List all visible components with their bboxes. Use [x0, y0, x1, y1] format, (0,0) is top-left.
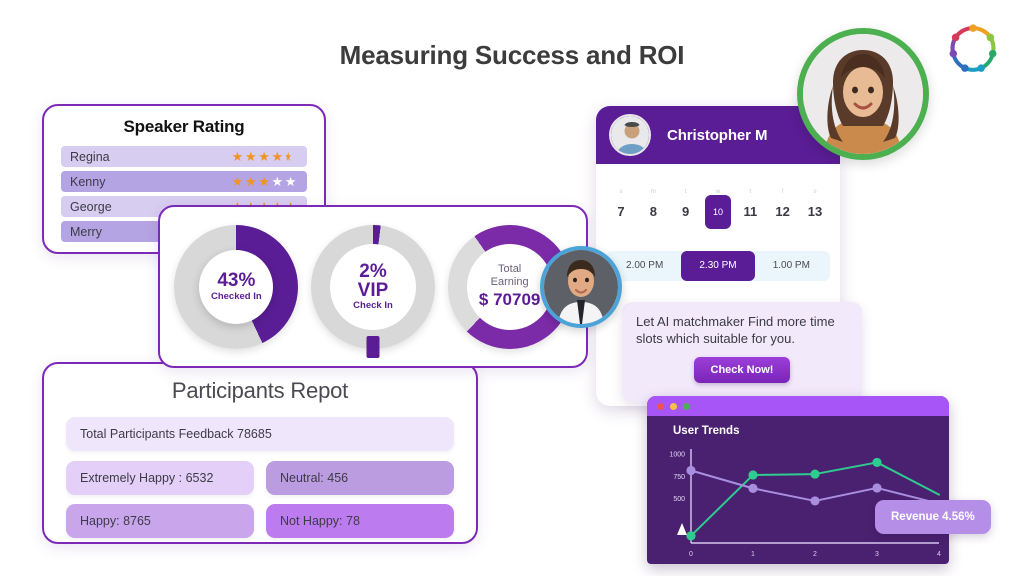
x-axis-tick-label: 4 [937, 551, 941, 558]
participants-report-card: Participants Repot Total Participants Fe… [42, 362, 478, 544]
speaker-name: Kenny [70, 174, 106, 189]
chart-point [748, 483, 758, 493]
speaker-name: Regina [70, 149, 110, 164]
calendar-day-9[interactable]: t9 [673, 188, 699, 229]
participants-breakdown-cell: Neutral: 456 [266, 461, 454, 495]
calendar-day-10[interactable]: w 10 [704, 188, 731, 229]
time-slot-option[interactable]: 1.00 PM [755, 251, 828, 281]
calendar-day-initial: s [619, 188, 623, 195]
donut-amount: $ 70709 [478, 289, 541, 309]
window-title-bar [647, 396, 949, 416]
x-axis-tick-label: 0 [689, 551, 693, 558]
chart-origin-marker-icon [677, 523, 687, 535]
y-axis-tick-label: 500 [673, 496, 685, 503]
calendar-day-initial: s [813, 188, 817, 195]
calendar-day-number: 12 [775, 204, 790, 219]
speaker-rating-row: Kenny ★★★★★ [61, 171, 307, 192]
calendar-day-12[interactable]: f 12 [770, 188, 796, 229]
y-axis-tick-label: 1000 [669, 451, 685, 458]
calendar-day-number: 9 [682, 204, 690, 219]
minimize-icon[interactable] [670, 402, 677, 410]
participants-breakdown-cell: Extremely Happy : 6532 [66, 461, 254, 495]
chart-point [872, 457, 882, 468]
calendar-day-number: 7 [617, 204, 625, 219]
speaker-rating-row: Regina ★★★★★ [61, 146, 307, 167]
calendar-day-initial: w [715, 188, 721, 195]
x-axis-tick-label: 1 [751, 551, 755, 558]
donut-sublabel: Check In [353, 300, 393, 312]
donut-center: 2% VIP Check In [329, 243, 416, 330]
star-rating-icon: ★★★★★ [231, 173, 298, 189]
booking-person-name: Christopher M [667, 126, 768, 144]
chart-point [872, 483, 882, 493]
avatar-man [540, 246, 622, 328]
calendar-day-11[interactable]: t 11 [737, 188, 763, 229]
slide-canvas: Measuring Success and ROI Speaker Rating… [0, 0, 1024, 576]
participants-report-title: Participants Repot [171, 378, 349, 403]
total-feedback-row: Total Participants Feedback 78685 [66, 417, 454, 451]
donut-value-2: VIP [357, 280, 389, 301]
calendar-day-initial: f [781, 188, 784, 195]
time-slot-option[interactable]: 2.30 PM [681, 251, 755, 281]
speaker-name: George [70, 199, 112, 214]
donut-vip-check-in: 2% VIP Check In [310, 224, 435, 358]
x-axis-tick-label: 2 [813, 551, 817, 558]
calendar-day-number: 10 [704, 195, 731, 229]
avatar-woman [797, 28, 929, 160]
time-slot-strip: 2.00 PM 2.30 PM 1.00 PM [606, 251, 830, 281]
chart-point [686, 531, 696, 541]
calendar-day-strip: s 7 m 8 t 9 w 10 t 11 f 12 s 13 [596, 164, 840, 229]
user-trends-window: User Trends 500 750 1000 0 1 2 3 4 [647, 396, 949, 564]
speaker-rating-title: Speaker Rating [123, 117, 245, 136]
participants-breakdown-cell: Not Happy: 78 [266, 504, 454, 538]
person-avatar-icon [609, 114, 651, 156]
calendar-day-7[interactable]: s7 [608, 188, 634, 229]
calendar-day-number: 8 [649, 204, 657, 219]
donut-label-line2: Earning [490, 275, 529, 288]
donut-tail [366, 335, 380, 358]
donut-value: 43% [217, 270, 256, 292]
speaker-name: Merry [70, 224, 102, 239]
revenue-badge: Revenue 4.56% [875, 500, 991, 534]
close-icon[interactable] [657, 402, 664, 410]
people-circle-logo-icon [944, 20, 1002, 78]
chart-title: User Trends [673, 425, 740, 437]
donut-label-line1: Total [498, 263, 522, 276]
ai-matchmaker-card: Let AI matchmaker Find more time slots w… [622, 302, 862, 402]
calendar-day-8[interactable]: m8 [640, 188, 666, 229]
maximize-icon[interactable] [683, 402, 690, 410]
x-axis-tick-label: 3 [875, 551, 879, 558]
chart-point [810, 496, 820, 506]
ai-matchmaker-text: Let AI matchmaker Find more time slots w… [636, 314, 835, 346]
calendar-day-initial: m [650, 188, 657, 195]
calendar-day-13[interactable]: s 13 [802, 188, 828, 229]
participants-breakdown-grid: Extremely Happy : 6532 Neutral: 456 Happy:… [66, 461, 454, 538]
y-axis-tick-label: 750 [673, 474, 685, 481]
calendar-day-number: 13 [807, 204, 823, 219]
chart-point [810, 469, 820, 479]
donut-sublabel: Checked In [210, 290, 262, 302]
calendar-day-initial: t [749, 188, 752, 195]
donut-value: 2% [359, 260, 387, 282]
donut-checked-in: 43% Checked In [174, 224, 299, 349]
star-rating-icon: ★★★★★ [231, 148, 293, 164]
calendar-day-number: 11 [743, 204, 758, 219]
stats-donut-card: 43% Checked In 2% VIP Check In Total Ear… [158, 205, 588, 368]
donut-center: 43% Checked In [199, 249, 274, 324]
check-now-button[interactable]: Check Now! [693, 357, 791, 384]
chart-point [686, 465, 696, 476]
participants-breakdown-cell: Happy: 8765 [66, 504, 254, 538]
calendar-day-initial: t [684, 188, 687, 195]
chart-point [748, 470, 758, 480]
